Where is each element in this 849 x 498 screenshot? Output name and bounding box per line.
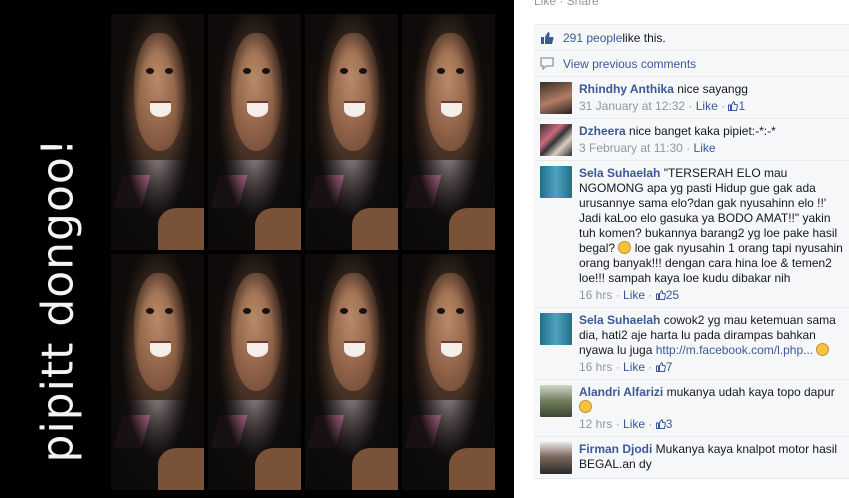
comment-likes-count[interactable]: 1 bbox=[728, 99, 745, 113]
view-previous-comments-link[interactable]: View previous comments bbox=[563, 57, 696, 71]
thumbs-up-icon bbox=[540, 31, 554, 45]
avatar[interactable] bbox=[540, 313, 572, 345]
likes-summary: 291 people like this. bbox=[534, 24, 849, 50]
thumbs-up-icon bbox=[655, 362, 666, 372]
like-comment-link[interactable]: Like bbox=[696, 99, 718, 113]
comment-meta: 12 hrs · Like · 3 bbox=[579, 417, 673, 431]
like-comment-link[interactable]: Like bbox=[623, 288, 645, 302]
like-comment-link[interactable]: Like bbox=[623, 417, 645, 431]
comment-meta: 3 February at 11:30 · Like bbox=[579, 141, 716, 155]
view-previous-row: View previous comments bbox=[534, 50, 849, 76]
comment-item: Sela Suhaelah "TERSERAH ELO mau NGOMONG … bbox=[534, 160, 849, 307]
comment-likes-count[interactable]: 25 bbox=[655, 288, 679, 302]
likes-count-link[interactable]: 291 people bbox=[563, 31, 622, 45]
emoji-icon bbox=[579, 400, 592, 413]
avatar[interactable] bbox=[540, 166, 572, 198]
avatar[interactable] bbox=[540, 385, 572, 417]
comment-item: Rhindhy Anthika nice sayangg 31 January … bbox=[534, 76, 849, 118]
comment-meta: 16 hrs · Like · 25 bbox=[579, 288, 680, 302]
comment-text: nice sayangg bbox=[673, 82, 748, 96]
thumbs-up-icon bbox=[728, 101, 739, 111]
comment-time[interactable]: 12 hrs bbox=[579, 417, 612, 431]
photo-tile bbox=[305, 14, 398, 250]
photo-tile bbox=[111, 14, 204, 250]
comment-author[interactable]: Rhindhy Anthika bbox=[579, 82, 674, 96]
like-comment-link[interactable]: Like bbox=[694, 141, 716, 155]
avatar[interactable] bbox=[540, 124, 572, 156]
likes-suffix: like this. bbox=[622, 30, 666, 45]
avatar[interactable] bbox=[540, 82, 572, 114]
comment-item: Dzheera nice banget kaka pipiet:-*:-* 3 … bbox=[534, 118, 849, 160]
comment-time[interactable]: 16 hrs bbox=[579, 360, 612, 374]
comment-author[interactable]: Sela Suhaelah bbox=[579, 166, 660, 180]
comment-author[interactable]: Dzheera bbox=[579, 124, 626, 138]
comment-item: Sela Suhaelah cowok2 yg mau ketemuan sam… bbox=[534, 307, 849, 379]
comment-likes-count[interactable]: 7 bbox=[655, 360, 672, 374]
like-share-links[interactable]: Like · Share bbox=[534, 0, 599, 8]
photo-tile bbox=[208, 254, 301, 490]
comment-item: Alandri Alfarizi mukanya udah kaya topo … bbox=[534, 379, 849, 436]
comment-time[interactable]: 31 January at 12:32 bbox=[579, 99, 685, 113]
photo-caption-text: pipitt dongoo! bbox=[32, 137, 84, 463]
photo-tile bbox=[402, 14, 495, 250]
comment-time[interactable]: 3 February at 11:30 bbox=[579, 141, 683, 155]
thumbs-up-icon bbox=[655, 290, 666, 300]
comment-meta: 31 January at 12:32 · Like · 1 bbox=[579, 99, 746, 113]
avatar[interactable] bbox=[540, 442, 572, 474]
like-comment-link[interactable]: Like bbox=[623, 360, 645, 374]
photo-tile bbox=[111, 254, 204, 490]
photo-viewer[interactable]: pipitt dongoo! bbox=[0, 0, 514, 498]
comment-icon bbox=[540, 57, 554, 71]
photo-tile bbox=[402, 254, 495, 490]
comment-author[interactable]: Firman Djodi bbox=[579, 442, 652, 456]
comment-meta: 16 hrs · Like · 7 bbox=[579, 360, 673, 374]
comment-text: mukanya udah kaya topo dapur bbox=[663, 385, 835, 399]
photo-tile bbox=[208, 14, 301, 250]
comment-time[interactable]: 16 hrs bbox=[579, 288, 612, 302]
comment-author[interactable]: Sela Suhaelah bbox=[579, 313, 660, 327]
comment-likes-count[interactable]: 3 bbox=[655, 417, 672, 431]
comment-url-link[interactable]: http://m.facebook.com/l.php... bbox=[656, 343, 813, 357]
comments-sidebar: Like · Share 291 people like this. View … bbox=[514, 0, 849, 498]
thumbs-up-icon bbox=[655, 419, 666, 429]
emoji-icon bbox=[618, 241, 632, 254]
photo-tile bbox=[305, 254, 398, 490]
emoji-icon bbox=[816, 343, 830, 356]
feedback-box: 291 people like this. View previous comm… bbox=[534, 24, 849, 479]
comment-text: nice banget kaka pipiet:-*:-* bbox=[625, 124, 776, 138]
photo-collage bbox=[111, 14, 495, 490]
comment-author[interactable]: Alandri Alfarizi bbox=[579, 385, 663, 399]
comment-item: Firman Djodi Mukanya kaya knalpot motor … bbox=[534, 436, 849, 478]
